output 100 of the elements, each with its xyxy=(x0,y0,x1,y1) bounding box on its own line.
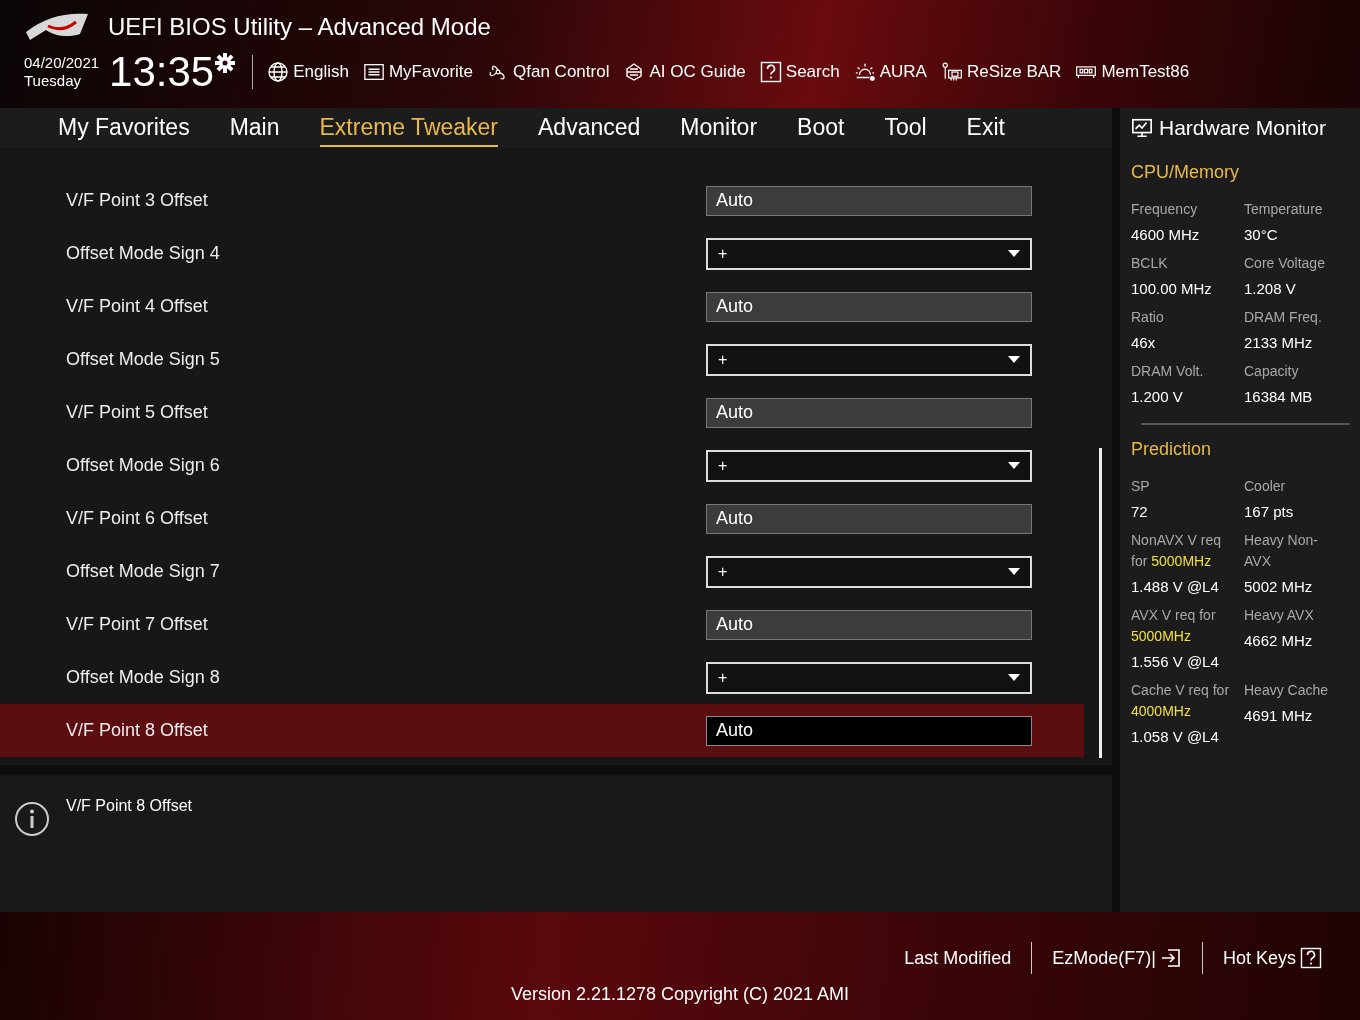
metric-label: DRAM Freq. xyxy=(1244,308,1323,327)
metric-value: 16384 MB xyxy=(1244,388,1314,405)
app-title: UEFI BIOS Utility – Advanced Mode xyxy=(108,13,491,41)
metric-value: 4662 MHz xyxy=(1244,632,1314,649)
help-icon xyxy=(1300,947,1322,969)
setting-label: V/F Point 4 Offset xyxy=(66,296,208,317)
setting-label: Offset Mode Sign 4 xyxy=(66,243,220,264)
setting-row[interactable]: V/F Point 5 Offset Auto xyxy=(0,386,1084,439)
setting-label: Offset Mode Sign 5 xyxy=(66,349,220,370)
metric-value: 2133 MHz xyxy=(1244,334,1314,351)
menu-tab[interactable]: Main xyxy=(229,109,280,147)
metric-label: Heavy Cache xyxy=(1244,681,1330,700)
selected-setting-row[interactable]: V/F Point 8 Offset Auto xyxy=(0,704,1084,757)
footer-button[interactable]: Last Modified xyxy=(884,947,1032,969)
metric-label: Core Voltage xyxy=(1244,254,1326,273)
toolbar-button[interactable]: AURA xyxy=(853,61,927,83)
value-field[interactable]: Auto xyxy=(706,503,1032,534)
setting-label: Offset Mode Sign 6 xyxy=(66,455,220,476)
globe-icon xyxy=(267,61,290,83)
menu-tab[interactable]: Monitor xyxy=(680,109,758,147)
dropdown[interactable]: + xyxy=(706,661,1032,694)
setting-label: V/F Point 5 Offset xyxy=(66,402,208,423)
metric-label: Ratio xyxy=(1131,308,1165,327)
toolbar-button[interactable]: Search xyxy=(759,61,840,83)
setting-row[interactable]: V/F Point 6 Offset Auto xyxy=(0,492,1084,545)
menu-tab[interactable]: Exit xyxy=(966,109,1005,147)
metric-label: Capacity xyxy=(1244,362,1300,381)
metric-value: 100.00 MHz xyxy=(1131,280,1213,297)
setting-label: V/F Point 3 Offset xyxy=(66,190,208,211)
help-text: V/F Point 8 Offset xyxy=(66,797,192,815)
value-field[interactable]: Auto xyxy=(706,609,1032,640)
menu-tab[interactable]: Boot xyxy=(797,109,845,147)
list-icon xyxy=(362,61,385,83)
footer-button[interactable]: EzMode(F7)| xyxy=(1032,947,1202,969)
menu-tab[interactable]: Extreme Tweaker xyxy=(319,109,499,147)
footer-button[interactable]: Hot Keys xyxy=(1202,947,1342,969)
toolbar-button[interactable]: Qfan Control xyxy=(487,61,610,83)
metric-value: 46x xyxy=(1131,334,1157,351)
section-title: CPU/Memory xyxy=(1131,162,1240,183)
metric-label: Cache V req for 4000MHz xyxy=(1131,681,1231,721)
setting-label: V/F Point 7 Offset xyxy=(66,614,208,635)
metric-value: 4691 MHz xyxy=(1244,707,1314,724)
setting-row[interactable]: V/F Point 4 Offset Auto xyxy=(0,280,1084,333)
metric-value: 167 pts xyxy=(1244,503,1295,520)
metric-label: SP xyxy=(1131,477,1151,496)
scrollbar[interactable] xyxy=(1099,448,1102,758)
value-field[interactable]: Auto xyxy=(706,291,1032,322)
dropdown[interactable]: + xyxy=(706,449,1032,482)
dropdown[interactable]: + xyxy=(706,343,1032,376)
dropdown[interactable]: + xyxy=(706,555,1032,588)
caret-icon xyxy=(1008,356,1020,363)
date-text: 04/20/2021 xyxy=(24,54,100,72)
version-text: Version 2.21.1278 Copyright (C) 2021 AMI xyxy=(510,984,850,1005)
setting-label: Offset Mode Sign 7 xyxy=(66,561,220,582)
light-icon xyxy=(853,61,876,83)
exit-icon xyxy=(1159,947,1182,969)
setting-row[interactable]: Offset Mode Sign 5 + xyxy=(0,333,1084,386)
metric-value: 1.208 V xyxy=(1244,280,1297,297)
metric-value: 4600 MHz xyxy=(1131,226,1201,243)
clock-time: 13:35 xyxy=(109,50,215,94)
setting-label: V/F Point 6 Offset xyxy=(66,508,208,529)
metric-value: 30°C xyxy=(1244,226,1279,243)
caret-icon xyxy=(1008,674,1020,681)
metric-value: 5002 MHz xyxy=(1244,578,1314,595)
toolbar-button[interactable]: English xyxy=(267,61,349,83)
card-icon xyxy=(940,61,963,83)
setting-row[interactable]: Offset Mode Sign 8 + xyxy=(0,651,1084,704)
setting-label: Offset Mode Sign 8 xyxy=(66,667,220,688)
caret-icon xyxy=(1008,462,1020,469)
settings-icon[interactable] xyxy=(214,52,237,74)
dropdown[interactable]: + xyxy=(706,237,1032,270)
setting-row[interactable]: V/F Point 3 Offset Auto xyxy=(0,174,1084,227)
panel-title: Hardware Monitor xyxy=(1159,116,1326,140)
metric-label: NonAVX V req for 5000MHz xyxy=(1131,531,1222,571)
metric-label: Cooler xyxy=(1244,477,1287,496)
menu-tab[interactable]: Tool xyxy=(884,109,927,147)
menu-tab[interactable]: My Favorites xyxy=(58,109,190,147)
weekday-text: Tuesday xyxy=(24,72,82,90)
metric-label: Temperature xyxy=(1244,200,1324,219)
metric-value: 72 xyxy=(1131,503,1149,520)
toolbar-button[interactable]: MyFavorite xyxy=(362,61,474,83)
toolbar-button[interactable]: MemTest86 xyxy=(1075,61,1190,83)
setting-row[interactable]: Offset Mode Sign 6 + xyxy=(0,439,1084,492)
setting-row[interactable]: V/F Point 7 Offset Auto xyxy=(0,598,1084,651)
section-title: Prediction xyxy=(1131,439,1213,460)
metric-label: Frequency xyxy=(1131,200,1199,219)
metric-value: 1.058 V @L4 xyxy=(1131,728,1220,745)
setting-row[interactable]: Offset Mode Sign 4 + xyxy=(0,227,1084,280)
help-icon xyxy=(759,61,782,83)
value-field[interactable]: Auto xyxy=(706,185,1032,216)
value-field[interactable]: Auto xyxy=(706,715,1032,746)
setting-label: V/F Point 8 Offset xyxy=(66,720,208,741)
toolbar-button[interactable]: ReSize BAR xyxy=(940,61,1062,83)
menu-tab[interactable]: Advanced xyxy=(538,109,641,147)
value-field[interactable]: Auto xyxy=(706,397,1032,428)
caret-icon xyxy=(1008,568,1020,575)
toolbar-button[interactable]: AI OC Guide xyxy=(623,61,746,83)
metric-label: Heavy AVX xyxy=(1244,606,1315,625)
setting-row[interactable]: Offset Mode Sign 7 + xyxy=(0,545,1084,598)
metric-label: DRAM Volt. xyxy=(1131,362,1205,381)
